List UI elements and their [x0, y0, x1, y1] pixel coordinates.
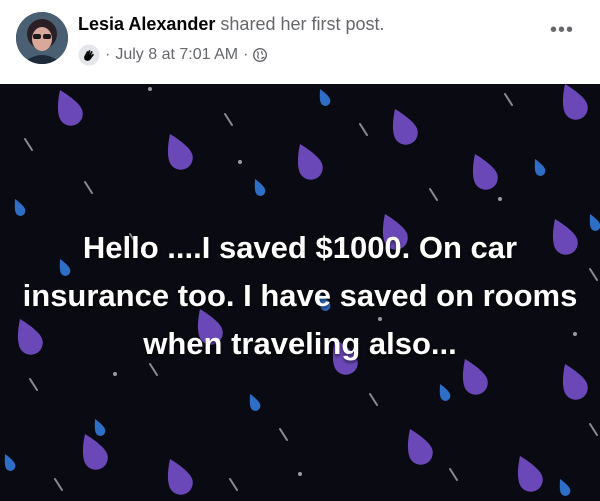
post-media: Hello ....I saved $1000. On car insuranc…: [0, 84, 600, 501]
author-name[interactable]: Lesia Alexander: [78, 14, 215, 34]
waving-hand-badge-icon[interactable]: [78, 44, 100, 66]
post-body-text: Hello ....I saved $1000. On car insuranc…: [22, 230, 578, 361]
author-line: Lesia Alexander shared her first post.: [78, 14, 385, 35]
action-text: shared her first post.: [220, 14, 385, 34]
more-options-button[interactable]: •••: [544, 18, 580, 42]
avatar-photo: [16, 12, 68, 64]
avatar[interactable]: [16, 12, 68, 64]
post-meta: · July 8 at 7:01 AM ·: [78, 44, 268, 66]
globe-icon[interactable]: [253, 47, 268, 63]
timestamp[interactable]: July 8 at 7:01 AM: [115, 46, 238, 64]
separator: ·: [243, 46, 249, 63]
post-header: Lesia Alexander shared her first post. ·…: [0, 0, 600, 84]
separator: ·: [105, 46, 111, 63]
